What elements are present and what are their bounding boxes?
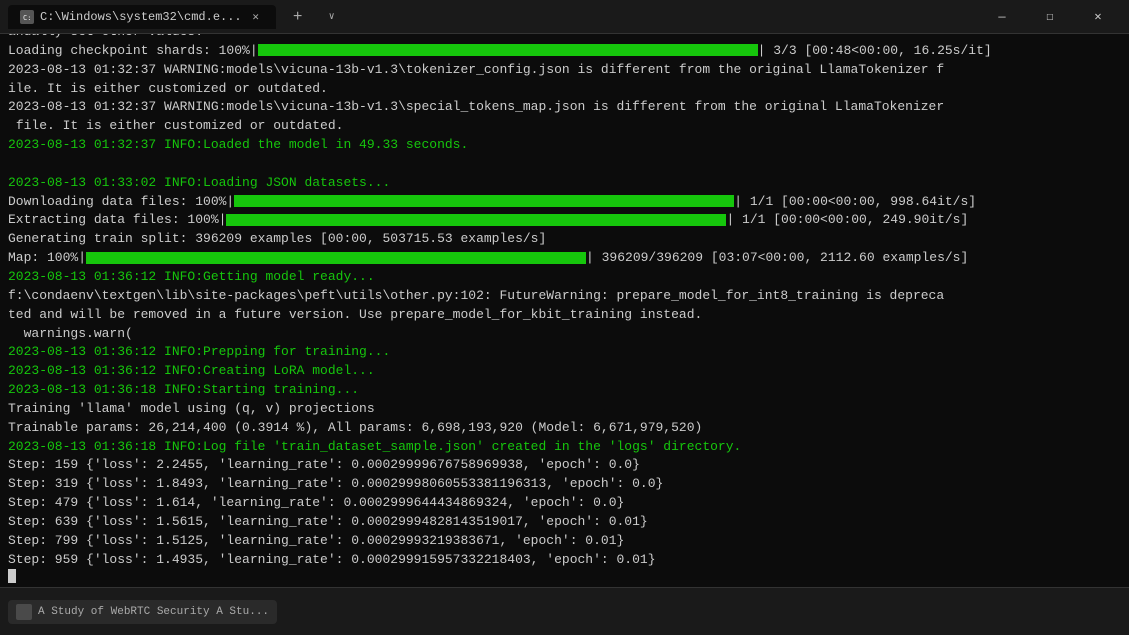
terminal-line: Step: 799 {'loss': 1.5125, 'learning_rat… (8, 532, 1121, 551)
taskbar: A Study of WebRTC Security A Stu... (0, 587, 1129, 635)
cmd-icon: C: (20, 10, 34, 24)
title-bar-left: C: C:\Windows\system32\cmd.e... ✕ + ∨ (8, 3, 979, 31)
title-bar: C: C:\Windows\system32\cmd.e... ✕ + ∨ — … (0, 0, 1129, 34)
taskbar-item-label: A Study of WebRTC Security A Stu... (38, 606, 269, 618)
terminal-line: Step: 479 {'loss': 1.614, 'learning_rate… (8, 494, 1121, 513)
tab-title: C:\Windows\system32\cmd.e... (40, 10, 242, 24)
terminal-line: Step: 959 {'loss': 1.4935, 'learning_rat… (8, 551, 1121, 570)
terminal-line: file. It is either customized or outdate… (8, 117, 1121, 136)
terminal-line: Step: 159 {'loss': 2.2455, 'learning_rat… (8, 456, 1121, 475)
tab-dropdown-button[interactable]: ∨ (320, 5, 344, 29)
terminal-line: warnings.warn( (8, 325, 1121, 344)
terminal-line: 2023-08-13 01:36:12 INFO:Prepping for tr… (8, 343, 1121, 362)
terminal-line: 2023-08-13 01:32:37 WARNING:models\vicun… (8, 98, 1121, 117)
terminal-line: ile. It is either customized or outdated… (8, 80, 1121, 99)
terminal-line: Downloading data files: 100%|| 1/1 [00:0… (8, 193, 1121, 212)
add-tab-button[interactable]: + (284, 3, 312, 31)
terminal-line: Extracting data files: 100%|| 1/1 [00:00… (8, 211, 1121, 230)
close-button[interactable]: ✕ (1075, 0, 1121, 34)
terminal-line: 2023-08-13 01:33:02 INFO:Loading JSON da… (8, 174, 1121, 193)
active-tab[interactable]: C: C:\Windows\system32\cmd.e... ✕ (8, 5, 276, 29)
terminal-cursor (8, 569, 16, 583)
terminal-line: anually set other values. (8, 34, 1121, 42)
terminal-line: Generating train split: 396209 examples … (8, 230, 1121, 249)
terminal-line: Loading checkpoint shards: 100%|| 3/3 [0… (8, 42, 1121, 61)
window-controls: — ☐ ✕ (979, 0, 1121, 34)
terminal-window: C: C:\Windows\system32\cmd.e... ✕ + ∨ — … (0, 0, 1129, 635)
terminal-line: Trainable params: 26,214,400 (0.3914 %),… (8, 419, 1121, 438)
terminal-line: 2023-08-13 01:32:37 WARNING:models\vicun… (8, 61, 1121, 80)
terminal-line: 2023-08-13 01:36:18 INFO:Log file 'train… (8, 438, 1121, 457)
terminal-line: 2023-08-13 01:32:37 INFO:Loaded the mode… (8, 136, 1121, 155)
taskbar-item[interactable]: A Study of WebRTC Security A Stu... (8, 600, 277, 624)
terminal-output[interactable]: anually set other values.Loading checkpo… (0, 34, 1129, 587)
terminal-line: ted and will be removed in a future vers… (8, 306, 1121, 325)
minimize-button[interactable]: — (979, 0, 1025, 34)
svg-text:C:: C: (23, 14, 31, 22)
terminal-line: Map: 100%|| 396209/396209 [03:07<00:00, … (8, 249, 1121, 268)
terminal-line: 2023-08-13 01:36:18 INFO:Starting traini… (8, 381, 1121, 400)
terminal-line: Step: 319 {'loss': 1.8493, 'learning_rat… (8, 475, 1121, 494)
maximize-button[interactable]: ☐ (1027, 0, 1073, 34)
cursor-line (8, 569, 1121, 583)
terminal-line: 2023-08-13 01:36:12 INFO:Getting model r… (8, 268, 1121, 287)
terminal-line: Training 'llama' model using (q, v) proj… (8, 400, 1121, 419)
terminal-line: 2023-08-13 01:36:12 INFO:Creating LoRA m… (8, 362, 1121, 381)
terminal-line: f:\condaenv\textgen\lib\site-packages\pe… (8, 287, 1121, 306)
terminal-line: Step: 639 {'loss': 1.5615, 'learning_rat… (8, 513, 1121, 532)
terminal-line (8, 155, 1121, 174)
tab-close-button[interactable]: ✕ (248, 9, 264, 25)
taskbar-icon (16, 604, 32, 620)
